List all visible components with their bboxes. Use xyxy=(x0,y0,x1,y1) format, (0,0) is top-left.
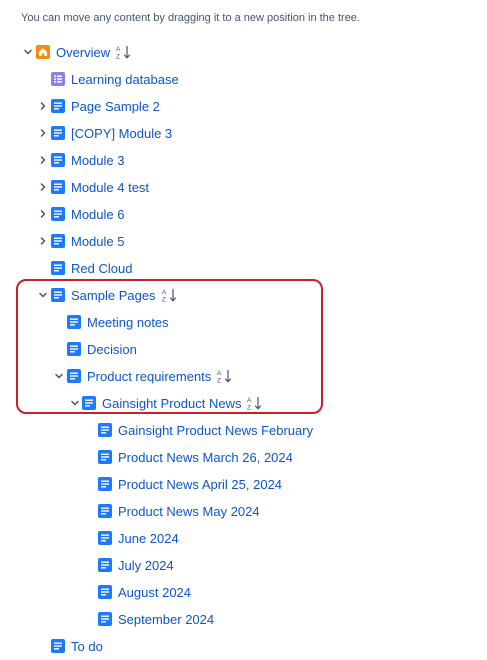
page-icon xyxy=(98,504,112,518)
page-icon xyxy=(98,477,112,491)
tree-item-learning-database[interactable]: Learning database xyxy=(0,66,487,93)
page-icon xyxy=(51,288,65,302)
page-icon xyxy=(51,639,65,653)
page-icon xyxy=(51,153,65,167)
page-icon xyxy=(98,612,112,626)
chevron-down-icon[interactable] xyxy=(38,290,48,300)
tree-item-product-requirements[interactable]: Product requirements A Z xyxy=(0,363,487,390)
tree-item-label[interactable]: Meeting notes xyxy=(87,314,169,331)
home-icon xyxy=(36,45,50,59)
tree-item-august-2024[interactable]: August 2024 xyxy=(0,579,487,606)
database-icon xyxy=(51,72,65,86)
chevron-right-icon[interactable] xyxy=(38,209,48,219)
tree-item-news-march[interactable]: Product News March 26, 2024 xyxy=(0,444,487,471)
page-icon xyxy=(51,234,65,248)
svg-text:Z: Z xyxy=(247,405,251,411)
sort-icon[interactable]: AZ xyxy=(247,396,263,414)
page-icon xyxy=(67,315,81,329)
tree-item-label[interactable]: Sample Pages A Z xyxy=(71,287,178,306)
tree-item-gainsight-news-february[interactable]: Gainsight Product News February xyxy=(0,417,487,444)
drag-hint-text: You can move any content by dragging it … xyxy=(21,12,360,24)
tree-item-module-5[interactable]: Module 5 xyxy=(0,228,487,255)
tree-item-gainsight-product-news[interactable]: Gainsight Product News A Z xyxy=(0,390,487,417)
tree-item-label[interactable]: August 2024 xyxy=(118,584,191,601)
chevron-right-icon[interactable] xyxy=(38,101,48,111)
page-icon xyxy=(67,369,81,383)
tree-item-module-6[interactable]: Module 6 xyxy=(0,201,487,228)
tree-item-label[interactable]: Product News May 2024 xyxy=(118,503,260,520)
svg-text:A: A xyxy=(247,397,252,404)
tree-item-label[interactable]: Product News April 25, 2024 xyxy=(118,476,282,493)
tree-item-module-3[interactable]: Module 3 xyxy=(0,147,487,174)
chevron-down-icon[interactable] xyxy=(23,47,33,57)
tree-item-label[interactable]: Overview A Z xyxy=(56,44,132,63)
tree-item-sample-pages[interactable]: Sample Pages A Z xyxy=(0,282,487,309)
tree-item-label[interactable]: June 2024 xyxy=(118,530,179,547)
svg-text:Z: Z xyxy=(217,378,221,384)
page-icon xyxy=(98,450,112,464)
page-icon xyxy=(51,261,65,275)
tree-item-module-4-test[interactable]: Module 4 test xyxy=(0,174,487,201)
page-icon xyxy=(67,342,81,356)
tree-item-label[interactable]: Module 5 xyxy=(71,233,124,250)
tree-item-label[interactable]: September 2024 xyxy=(118,611,214,628)
page-icon xyxy=(51,180,65,194)
page-icon xyxy=(51,207,65,221)
tree-item-label[interactable]: [COPY] Module 3 xyxy=(71,125,172,142)
chevron-down-icon[interactable] xyxy=(54,371,64,381)
tree-item-label[interactable]: Module 4 test xyxy=(71,179,149,196)
chevron-right-icon[interactable] xyxy=(38,128,48,138)
tree-item-july-2024[interactable]: July 2024 xyxy=(0,552,487,579)
svg-text:Z: Z xyxy=(116,54,120,60)
page-icon xyxy=(98,423,112,437)
tree-item-label[interactable]: Module 3 xyxy=(71,152,124,169)
tree-item-label[interactable]: Product News March 26, 2024 xyxy=(118,449,293,466)
tree-item-page-sample-2[interactable]: Page Sample 2 xyxy=(0,93,487,120)
tree-item-decision[interactable]: Decision xyxy=(0,336,487,363)
page-icon xyxy=(51,99,65,113)
sort-icon[interactable]: AZ xyxy=(162,288,178,306)
svg-text:Z: Z xyxy=(162,297,166,303)
chevron-right-icon[interactable] xyxy=(38,155,48,165)
tree-item-label[interactable]: Product requirements A Z xyxy=(87,368,233,387)
tree-item-news-april[interactable]: Product News April 25, 2024 xyxy=(0,471,487,498)
chevron-right-icon[interactable] xyxy=(38,182,48,192)
page-icon xyxy=(98,531,112,545)
tree-item-red-cloud[interactable]: Red Cloud xyxy=(0,255,487,282)
page-icon xyxy=(98,558,112,572)
tree-item-to-do[interactable]: To do xyxy=(0,633,487,660)
tree-item-label[interactable]: Decision xyxy=(87,341,137,358)
page-icon xyxy=(98,585,112,599)
sort-icon[interactable]: AZ xyxy=(116,45,132,63)
svg-text:A: A xyxy=(116,46,121,53)
page-icon xyxy=(82,396,96,410)
tree-item-meeting-notes[interactable]: Meeting notes xyxy=(0,309,487,336)
svg-text:A: A xyxy=(162,289,167,296)
tree-item-label[interactable]: Gainsight Product News A Z xyxy=(102,395,263,414)
tree-item-label[interactable]: To do xyxy=(71,638,103,655)
chevron-down-icon[interactable] xyxy=(70,398,80,408)
tree-item-label[interactable]: July 2024 xyxy=(118,557,174,574)
tree-item-label[interactable]: Red Cloud xyxy=(71,260,132,277)
tree-item-label[interactable]: Module 6 xyxy=(71,206,124,223)
page-icon xyxy=(51,126,65,140)
chevron-right-icon[interactable] xyxy=(38,236,48,246)
sort-icon[interactable]: AZ xyxy=(217,369,233,387)
tree-item-label[interactable]: Gainsight Product News February xyxy=(118,422,313,439)
tree-item-label[interactable]: Learning database xyxy=(71,71,179,88)
tree-item-overview[interactable]: Overview A Z xyxy=(0,39,487,66)
tree-item-label[interactable]: Page Sample 2 xyxy=(71,98,160,115)
tree-item-news-may[interactable]: Product News May 2024 xyxy=(0,498,487,525)
svg-text:A: A xyxy=(217,370,222,377)
tree-item-copy-module-3[interactable]: [COPY] Module 3 xyxy=(0,120,487,147)
tree-item-september-2024[interactable]: September 2024 xyxy=(0,606,487,633)
tree-item-june-2024[interactable]: June 2024 xyxy=(0,525,487,552)
